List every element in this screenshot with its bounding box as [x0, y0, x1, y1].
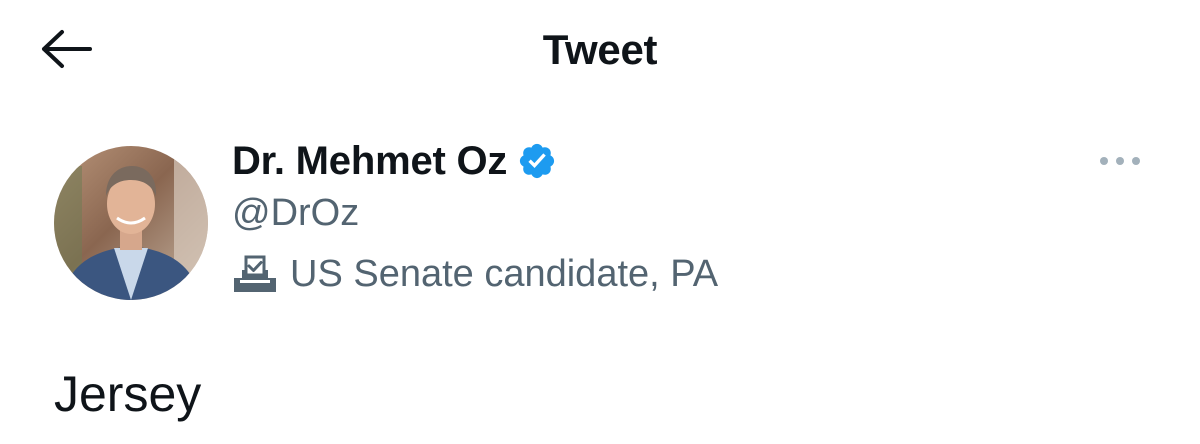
avatar[interactable] — [54, 146, 208, 300]
ballot-box-icon — [232, 254, 278, 294]
more-horizontal-icon — [1100, 157, 1140, 165]
display-name[interactable]: Dr. Mehmet Oz — [232, 138, 507, 184]
top-bar: Tweet — [0, 0, 1200, 100]
affiliation-text: US Senate candidate, PA — [290, 253, 719, 295]
page-title: Tweet — [542, 26, 658, 73]
affiliation-label: US Senate candidate, PA — [232, 252, 718, 296]
more-options-button[interactable] — [1096, 146, 1144, 176]
verified-badge-icon — [517, 141, 557, 181]
name-row: Dr. Mehmet Oz — [232, 138, 718, 184]
tweet-text: Jersey — [54, 366, 202, 422]
user-handle[interactable]: @DrOz — [232, 192, 718, 234]
tweet-author: Dr. Mehmet Oz @DrOz US Senate candidate,… — [232, 138, 718, 296]
profile-photo — [54, 146, 208, 300]
